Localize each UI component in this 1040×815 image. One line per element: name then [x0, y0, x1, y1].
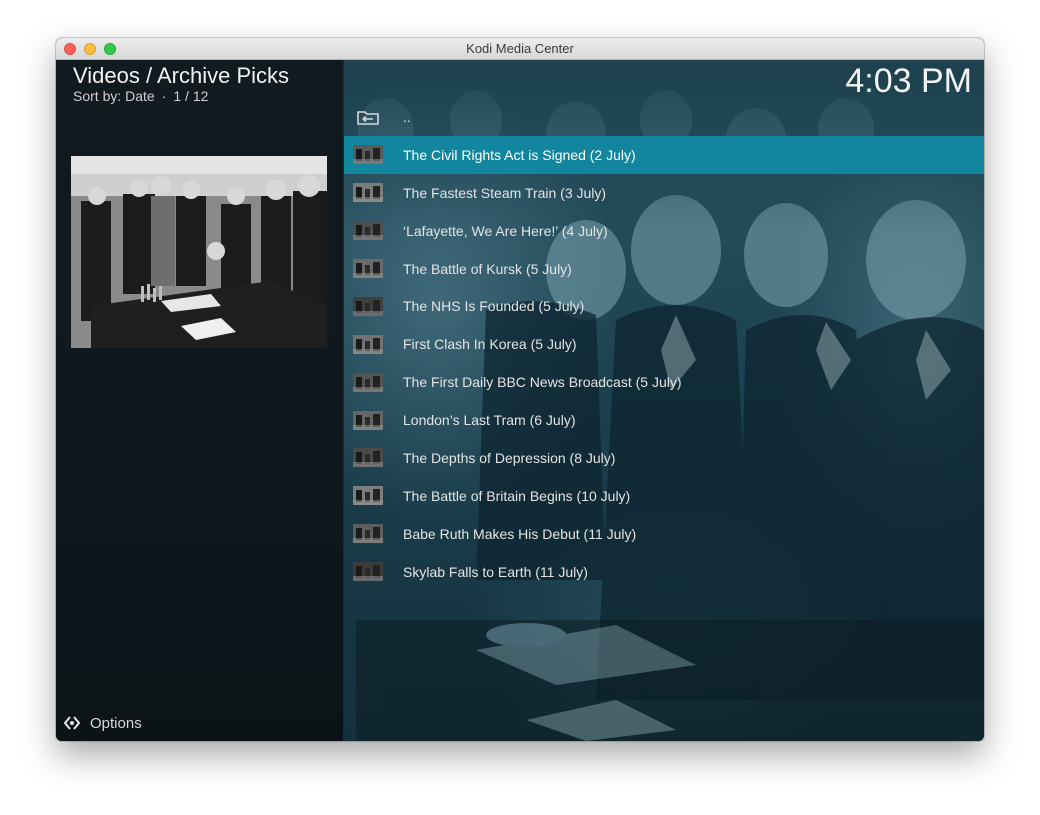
list-item[interactable]: London’s Last Tram (6 July) — [344, 401, 984, 439]
archive-photo-thumbnail — [71, 156, 327, 348]
kursk-thumb — [353, 259, 383, 278]
parent-folder-label: .. — [403, 108, 411, 125]
list-item[interactable]: The Civil Rights Act is Signed (2 July) — [344, 135, 984, 174]
lafayette-thumb — [353, 221, 383, 241]
media-list: .. The Civil Rights Act is Signed (2 Jul… — [344, 98, 984, 591]
title-bar[interactable]: Kodi Media Center — [56, 38, 984, 60]
list-item[interactable]: The Battle of Britain Begins (10 July) — [344, 477, 984, 515]
breadcrumb-title: Videos / Archive Picks — [73, 63, 290, 88]
options-button[interactable]: Options — [64, 713, 142, 733]
depression-thumb — [353, 448, 383, 468]
list-item-label: Babe Ruth Makes His Debut (11 July) — [403, 525, 637, 542]
item-position: 1 / 12 — [173, 88, 209, 104]
list-item[interactable]: The NHS Is Founded (5 July) — [344, 287, 984, 325]
options-icon — [64, 716, 80, 730]
list-item-label: Skylab Falls to Earth (11 July) — [403, 563, 588, 580]
list-item-label: The Fastest Steam Train (3 July) — [403, 184, 607, 201]
korea-thumb — [353, 334, 383, 354]
window-title: Kodi Media Center — [466, 41, 574, 56]
list-item[interactable]: First Clash In Korea (5 July) — [344, 325, 984, 363]
clock: 4:03 PM — [845, 62, 972, 100]
list-item[interactable]: The First Daily BBC News Broadcast (5 Ju… — [344, 363, 984, 401]
civil-rights-thumb — [353, 145, 383, 165]
list-item-label: First Clash In Korea (5 July) — [403, 336, 577, 353]
app-window: Kodi Media Center Videos / Archive Picks… — [56, 38, 984, 741]
list-item-label: London’s Last Tram (6 July) — [403, 412, 576, 429]
steam-train-thumb — [353, 183, 383, 203]
list-item[interactable]: The Depths of Depression (8 July) — [344, 439, 984, 477]
list-item[interactable]: Babe Ruth Makes His Debut (11 July) — [344, 515, 984, 553]
sort-info: Sort by: Date · 1 / 12 — [73, 88, 208, 104]
babe-ruth-thumb — [353, 524, 383, 544]
list-item[interactable]: ‘Lafayette, We Are Here!’ (4 July) — [344, 212, 984, 250]
list-item-label: The First Daily BBC News Broadcast (5 Ju… — [403, 374, 682, 391]
nhs-thumb — [353, 296, 383, 316]
battle-of-britain-thumb — [353, 486, 383, 506]
folder-back-icon — [357, 111, 379, 125]
list-item[interactable]: The Fastest Steam Train (3 July) — [344, 174, 984, 212]
list-item[interactable]: The Battle of Kursk (5 July) — [344, 250, 984, 288]
list-item-label: The NHS Is Founded (5 July) — [403, 298, 585, 315]
london-tram-thumb — [353, 410, 383, 430]
list-item-label: The Battle of Kursk (5 July) — [403, 260, 572, 277]
bbc-news-thumb — [353, 372, 383, 392]
sort-label: Sort by: Date — [73, 88, 155, 104]
list-item-label: ‘Lafayette, We Are Here!’ (4 July) — [403, 222, 608, 239]
list-item-label: The Civil Rights Act is Signed (2 July) — [403, 146, 636, 163]
parent-folder-item[interactable]: .. — [344, 98, 984, 136]
skylab-thumb — [353, 562, 383, 582]
kodi-content: Videos / Archive Picks Sort by: Date · 1 /… — [56, 60, 984, 741]
separator-dot: · — [161, 88, 167, 104]
list-item[interactable]: Skylab Falls to Earth (11 July) — [344, 553, 984, 591]
options-label: Options — [90, 714, 142, 732]
list-item-label: The Battle of Britain Begins (10 July) — [403, 487, 631, 504]
list-item-label: The Depths of Depression (8 July) — [403, 449, 616, 466]
selected-item-thumbnail — [71, 156, 327, 348]
